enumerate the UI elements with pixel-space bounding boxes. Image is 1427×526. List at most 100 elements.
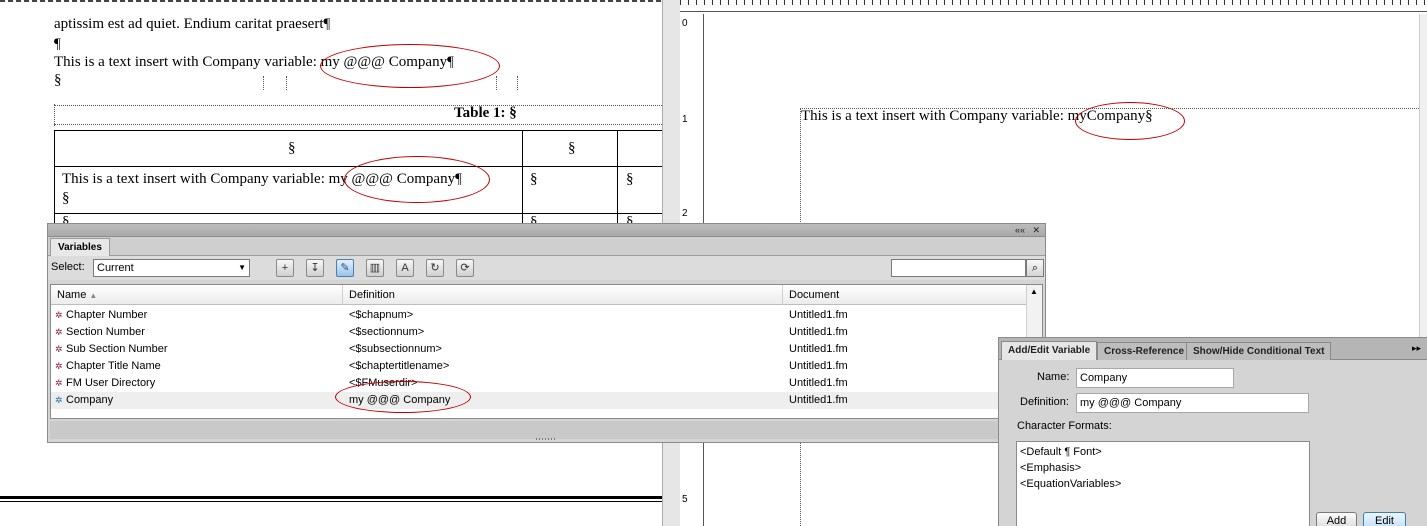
column-header-definition[interactable]: Definition xyxy=(343,285,783,305)
chevron-down-icon: ▼ xyxy=(238,263,246,272)
variable-definition: <$chaptertitlename> xyxy=(349,360,450,372)
system-variable-icon: ✲ xyxy=(55,310,63,320)
column-header-name[interactable]: Name ▲ xyxy=(51,285,343,305)
variables-panel[interactable]: «« ✕ Variables Select: Current ▼ + ↧ ✎ ▥… xyxy=(47,223,1046,443)
variable-document: Untitled1.fm xyxy=(789,377,848,389)
table-row-rule xyxy=(54,213,662,214)
name-field[interactable]: Company xyxy=(1076,368,1234,388)
collapse-icon[interactable]: «« xyxy=(1015,224,1025,237)
tab-cross-reference[interactable]: Cross-Reference xyxy=(1097,342,1192,360)
definition-field[interactable]: my @@@ Company xyxy=(1076,393,1309,413)
edit-button[interactable]: Edit xyxy=(1363,512,1406,526)
convert-to-text-icon[interactable]: A xyxy=(396,259,414,277)
character-formats-list[interactable]: <Default ¶ Font> <Emphasis> <EquationVar… xyxy=(1016,441,1310,526)
table-title[interactable]: Table 1: § xyxy=(454,105,517,122)
list-header: Name ▲ Definition Document xyxy=(51,285,1027,305)
update-icon[interactable]: ↻ xyxy=(426,259,444,277)
system-variable-icon: ✲ xyxy=(55,361,63,371)
variable-definition: <$sectionnum> xyxy=(349,326,425,338)
table-header-cell[interactable]: § xyxy=(568,140,576,157)
variable-document: Untitled1.fm xyxy=(789,326,848,338)
list-item[interactable]: <Default ¶ Font> xyxy=(1020,444,1306,460)
table-border-top xyxy=(54,130,662,131)
table-header-cell[interactable]: § xyxy=(288,140,296,157)
resize-grip-icon[interactable] xyxy=(536,438,556,440)
page-bottom-rule xyxy=(0,501,662,502)
variables-list[interactable]: Name ▲ Definition Document ✲ Chapter Num… xyxy=(50,284,1043,419)
select-value: Current xyxy=(97,262,134,274)
panel-tab-strip: Variables xyxy=(48,237,1045,256)
definition-label: Definition: xyxy=(1020,396,1069,408)
system-variable-icon: ✲ xyxy=(55,378,63,388)
section-mark-line: § xyxy=(54,72,62,88)
ruler-number: 1 xyxy=(682,114,688,125)
text-insert-prefix: This is a text insert with Company varia… xyxy=(801,108,1068,124)
system-variable-icon: ✲ xyxy=(55,327,63,337)
panel-titlebar[interactable]: «« ✕ xyxy=(48,224,1045,237)
variable-definition: <$subsectionnum> xyxy=(349,343,442,355)
ruler-number: 0 xyxy=(682,18,688,29)
close-icon[interactable]: ✕ xyxy=(1032,224,1040,237)
variable-document: Untitled1.fm xyxy=(789,343,848,355)
variable-name: Company xyxy=(66,394,114,406)
variable-definition: <$chapnum> xyxy=(349,309,414,321)
pilcrow-line[interactable]: ¶ xyxy=(54,36,61,53)
name-label: Name: xyxy=(1037,371,1070,383)
horizontal-ruler[interactable] xyxy=(680,0,1427,12)
variable-document: Untitled1.fm xyxy=(789,394,848,406)
table-border-left xyxy=(54,130,55,230)
ruler-number: 2 xyxy=(682,208,688,219)
delete-icon[interactable]: ▥ xyxy=(366,259,384,277)
list-item[interactable]: <EquationVariables> xyxy=(1020,476,1306,492)
search-icon[interactable]: ⌕ xyxy=(1026,259,1044,277)
scroll-up-icon[interactable]: ▲ xyxy=(1030,287,1038,296)
add-button[interactable]: Add xyxy=(1316,512,1357,526)
panel-tab-strip: Add/Edit Variable Cross-Reference Show/H… xyxy=(999,338,1427,360)
add-edit-variable-panel[interactable]: Add/Edit Variable Cross-Reference Show/H… xyxy=(998,337,1427,526)
insert-variable-icon[interactable]: ↧ xyxy=(306,259,324,277)
top-ruler-dashes xyxy=(0,0,662,2)
table-cell-section-mark: § xyxy=(62,190,70,206)
tab-show-hide-conditional-text[interactable]: Show/Hide Conditional Text xyxy=(1186,342,1332,360)
frame-guide xyxy=(517,76,518,90)
table-title-guide xyxy=(54,124,662,125)
refresh-icon[interactable]: ⟳ xyxy=(456,259,474,277)
table-row[interactable]: ✲ Section Number <$sectionnum> Untitled1… xyxy=(51,324,1027,341)
table-row[interactable]: ✲ Chapter Number <$chapnum> Untitled1.fm xyxy=(51,307,1027,324)
table-row-selected[interactable]: ✲ Company my @@@ Company Untitled1.fm xyxy=(51,392,1027,409)
edit-variable-icon[interactable]: ✎ xyxy=(336,259,354,277)
list-item[interactable]: <Emphasis> xyxy=(1020,460,1306,476)
column-header-document[interactable]: Document xyxy=(783,285,1027,305)
variable-document: Untitled1.fm xyxy=(789,360,848,372)
body-text-line[interactable]: aptissim est ad quiet. Endium caritat pr… xyxy=(54,16,330,33)
new-variable-icon[interactable]: + xyxy=(276,259,294,277)
table-anchor-guide xyxy=(54,105,662,106)
table-row[interactable]: ✲ Sub Section Number <$subsectionnum> Un… xyxy=(51,341,1027,358)
variable-name: Chapter Title Name xyxy=(66,360,161,372)
variable-name: Section Number xyxy=(66,326,145,338)
search-input[interactable] xyxy=(891,259,1026,277)
user-variable-icon: ✲ xyxy=(55,395,63,405)
table-column-rule xyxy=(617,130,618,230)
tab-add-edit-variable[interactable]: Add/Edit Variable xyxy=(1001,341,1098,360)
highlight-ellipse xyxy=(335,381,471,413)
select-label: Select: xyxy=(51,261,85,273)
variables-toolbar: Select: Current ▼ + ↧ ✎ ▥ A ↻ ⟳ ⌕ xyxy=(48,256,1045,280)
tab-variables[interactable]: Variables xyxy=(50,238,110,256)
system-variable-icon: ✲ xyxy=(55,344,63,354)
table-cell[interactable]: § xyxy=(626,171,634,188)
ruler-number: 5 xyxy=(682,494,688,505)
variable-name: FM User Directory xyxy=(66,377,156,389)
frame-guide xyxy=(286,76,287,90)
panel-menu-icon[interactable]: ▸▸ xyxy=(1412,343,1421,354)
table-row[interactable]: ✲ Chapter Title Name <$chaptertitlename>… xyxy=(51,358,1027,375)
select-dropdown[interactable]: Current ▼ xyxy=(93,259,250,277)
panel-status-bar xyxy=(50,421,1043,439)
text-insert-prefix: This is a text insert with Company varia… xyxy=(62,171,329,187)
variable-name: Chapter Number xyxy=(66,309,148,321)
sort-ascending-icon: ▲ xyxy=(89,291,98,300)
highlight-ellipse xyxy=(320,44,500,88)
text-insert-prefix: This is a text insert with Company varia… xyxy=(54,54,321,70)
table-cell[interactable]: § xyxy=(530,171,538,188)
table-row[interactable]: ✲ FM User Directory <$FMuserdir> Untitle… xyxy=(51,375,1027,392)
